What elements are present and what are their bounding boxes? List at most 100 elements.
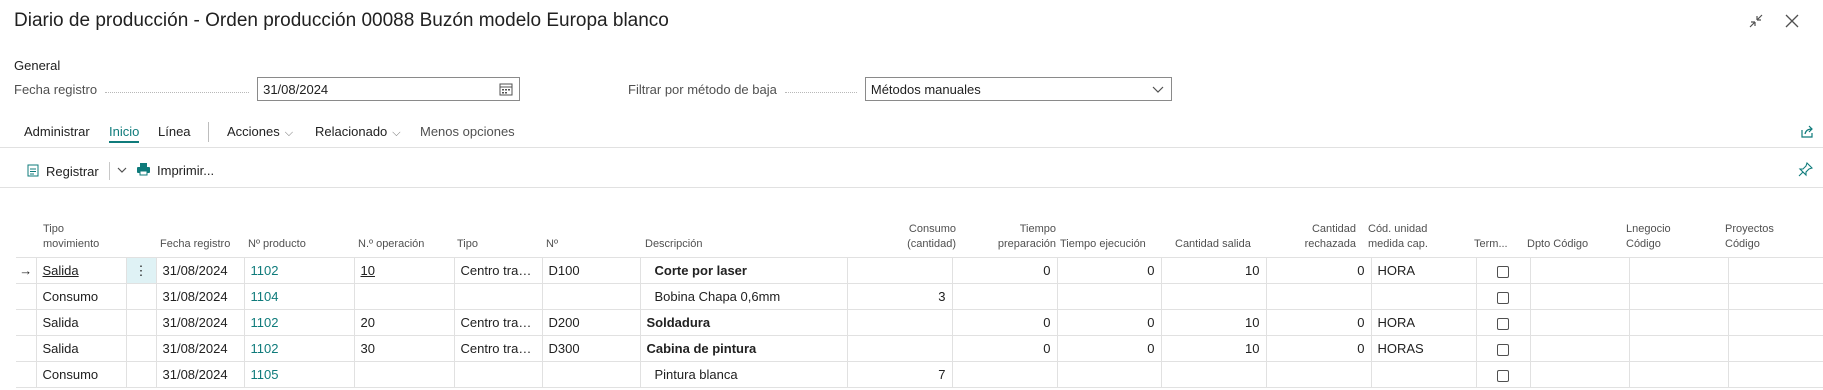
cell-producto[interactable]: 1102 — [243, 335, 355, 362]
cell-fecha-registro[interactable]: 31/08/2024 — [155, 309, 245, 336]
cell-producto[interactable]: 1105 — [243, 361, 355, 388]
cell-operacion[interactable] — [353, 283, 455, 310]
cell-linegocio-codigo[interactable] — [1628, 283, 1729, 310]
cell-tiempo-ejecucion[interactable]: 0 — [1056, 309, 1162, 336]
cell-cod-unidad[interactable] — [1370, 361, 1477, 388]
cell-producto[interactable]: 1102 — [243, 257, 355, 284]
cell-proyectos-codigo[interactable] — [1727, 361, 1823, 388]
cell-fecha-registro[interactable]: 31/08/2024 — [155, 361, 245, 388]
cell-linegocio-codigo[interactable] — [1628, 309, 1729, 336]
cell-cantidad-rechazada[interactable] — [1265, 283, 1372, 310]
share-icon[interactable] — [1800, 124, 1815, 142]
header-tipo-movimiento[interactable]: Tipo movimiento — [43, 222, 99, 252]
cell-descripcion[interactable]: Cabina de pintura — [639, 335, 848, 362]
row-menu-icon[interactable]: ⋮ — [125, 257, 157, 284]
cell-tipo-movimiento[interactable]: Salida — [35, 335, 127, 362]
cell-operacion[interactable]: 10 — [353, 257, 455, 284]
tab-inicio[interactable]: Inicio — [109, 124, 140, 143]
cell-cod-unidad[interactable]: HORA — [1370, 257, 1477, 284]
cell-tipo-movimiento[interactable]: Consumo — [35, 283, 127, 310]
cell-no[interactable]: D300 — [541, 335, 641, 362]
row-menu-icon[interactable] — [125, 335, 157, 362]
header-tiempo-ejecucion[interactable]: Tiempo ejecución — [1060, 237, 1146, 252]
cell-tiempo-ejecucion[interactable]: 0 — [1056, 335, 1162, 362]
header-operacion[interactable]: N.º operación — [358, 237, 424, 252]
cell-tiempo-preparacion[interactable] — [951, 283, 1058, 310]
cell-tipo-movimiento[interactable]: Salida — [35, 309, 127, 336]
fecha-registro-field[interactable]: 31/08/2024 — [257, 77, 521, 101]
terminado-checkbox[interactable] — [1497, 265, 1509, 278]
cell-linegocio-codigo[interactable] — [1628, 335, 1729, 362]
cell-dpto-codigo[interactable] — [1529, 361, 1630, 388]
cell-consumo[interactable] — [846, 257, 953, 284]
header-tipo[interactable]: Tipo — [457, 237, 478, 252]
imprimir-button[interactable]: Imprimir... — [136, 162, 214, 179]
header-tiempo-preparacion[interactable]: Tiempo preparación — [966, 222, 1056, 252]
row-menu-icon[interactable] — [125, 309, 157, 336]
terminado-checkbox[interactable] — [1497, 369, 1509, 382]
header-no[interactable]: Nº — [546, 237, 558, 252]
chevron-down-icon[interactable] — [116, 164, 128, 179]
row-menu-icon[interactable] — [125, 361, 157, 388]
cell-cantidad-salida[interactable] — [1160, 361, 1267, 388]
section-general-label[interactable]: General — [14, 58, 60, 73]
table-row[interactable]: Salida 31/08/2024 1102 20 Centro traba... D20… — [16, 309, 1823, 336]
cell-dpto-codigo[interactable] — [1529, 335, 1630, 362]
cell-descripcion[interactable]: Pintura blanca — [639, 361, 848, 388]
tab-administrar[interactable]: Administrar — [24, 124, 90, 139]
pin-icon[interactable] — [1798, 161, 1814, 180]
cell-cod-unidad[interactable]: HORAS — [1370, 335, 1477, 362]
cell-tipo-movimiento[interactable]: Salida — [35, 257, 127, 284]
calendar-icon[interactable] — [499, 82, 513, 99]
cell-operacion[interactable]: 20 — [353, 309, 455, 336]
cell-operacion[interactable]: 30 — [353, 335, 455, 362]
cell-linegocio-codigo[interactable] — [1628, 257, 1729, 284]
collapse-icon[interactable] — [1747, 12, 1765, 30]
cell-tipo[interactable] — [453, 283, 543, 310]
cell-dpto-codigo[interactable] — [1529, 283, 1630, 310]
menos-opciones-button[interactable]: Menos opciones — [420, 124, 515, 139]
terminado-checkbox[interactable] — [1497, 317, 1509, 330]
cell-cantidad-salida[interactable]: 10 — [1160, 257, 1267, 284]
cell-tiempo-ejecucion[interactable] — [1056, 283, 1162, 310]
cell-fecha-registro[interactable]: 31/08/2024 — [155, 335, 245, 362]
terminado-checkbox[interactable] — [1497, 291, 1509, 304]
cell-cod-unidad[interactable]: HORA — [1370, 309, 1477, 336]
cell-tipo[interactable]: Centro traba... — [453, 257, 543, 284]
cell-tiempo-preparacion[interactable]: 0 — [951, 335, 1058, 362]
table-row[interactable]: Consumo 31/08/2024 1104 Bobina Chapa 0,6mm 3 — [16, 283, 1823, 310]
header-cantidad-salida[interactable]: Cantidad salida — [1175, 237, 1251, 252]
cell-tiempo-preparacion[interactable]: 0 — [951, 257, 1058, 284]
tab-linea[interactable]: Línea — [158, 124, 191, 139]
cell-descripcion[interactable]: Soldadura — [639, 309, 848, 336]
cell-tiempo-preparacion[interactable]: 0 — [951, 309, 1058, 336]
cell-no[interactable] — [541, 283, 641, 310]
cell-dpto-codigo[interactable] — [1529, 309, 1630, 336]
cell-cod-unidad[interactable] — [1370, 283, 1477, 310]
cell-tiempo-preparacion[interactable] — [951, 361, 1058, 388]
cell-fecha-registro[interactable]: 31/08/2024 — [155, 283, 245, 310]
cell-consumo[interactable]: 3 — [846, 283, 953, 310]
cell-no[interactable] — [541, 361, 641, 388]
cell-descripcion[interactable]: Corte por laser — [639, 257, 848, 284]
filtrar-metodo-select[interactable]: Métodos manuales — [864, 77, 1172, 101]
table-row[interactable]: Consumo 31/08/2024 1105 Pintura blanca 7 — [16, 361, 1823, 388]
cell-proyectos-codigo[interactable] — [1727, 309, 1823, 336]
cell-cantidad-salida[interactable]: 10 — [1160, 309, 1267, 336]
close-icon[interactable] — [1783, 12, 1801, 30]
cell-dpto-codigo[interactable] — [1529, 257, 1630, 284]
cell-producto[interactable]: 1102 — [243, 309, 355, 336]
header-cantidad-rechazada[interactable]: Cantidad rechazada — [1266, 222, 1356, 252]
cell-tipo[interactable]: Centro traba... — [453, 335, 543, 362]
cell-proyectos-codigo[interactable] — [1727, 283, 1823, 310]
cell-producto[interactable]: 1104 — [243, 283, 355, 310]
cell-cantidad-rechazada[interactable]: 0 — [1265, 309, 1372, 336]
row-menu-icon[interactable] — [125, 283, 157, 310]
table-row[interactable]: Salida 31/08/2024 1102 30 Centro traba... D30… — [16, 335, 1823, 362]
cell-tiempo-ejecucion[interactable]: 0 — [1056, 257, 1162, 284]
header-dpto-codigo[interactable]: Dpto Código — [1527, 237, 1588, 252]
cell-operacion[interactable] — [353, 361, 455, 388]
cell-consumo[interactable] — [846, 335, 953, 362]
table-row[interactable]: → Salida ⋮ 31/08/2024 1102 10 Centro traba... D… — [16, 257, 1823, 284]
header-descripcion[interactable]: Descripción — [645, 237, 702, 252]
